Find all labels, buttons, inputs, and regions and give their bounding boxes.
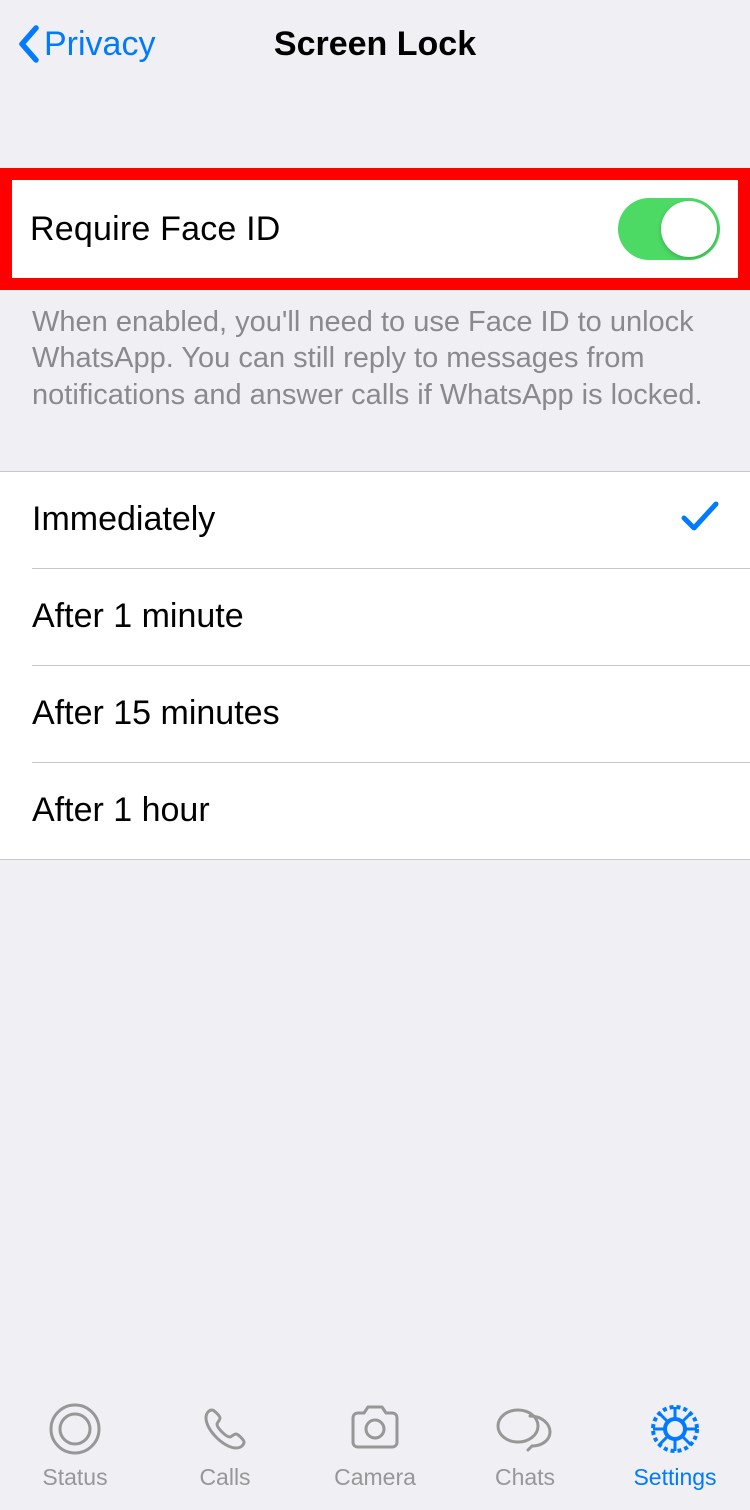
camera-icon (345, 1400, 405, 1458)
tab-label: Settings (633, 1464, 716, 1491)
timeout-option[interactable]: After 1 minute (0, 569, 750, 665)
timeout-option[interactable]: After 15 minutes (0, 666, 750, 762)
tab-settings[interactable]: Settings (600, 1400, 750, 1491)
back-button[interactable]: Privacy (16, 24, 155, 64)
timeout-option[interactable]: Immediately (0, 472, 750, 568)
highlight-box: Require Face ID (0, 168, 750, 290)
back-label: Privacy (44, 25, 155, 64)
require-faceid-label: Require Face ID (30, 210, 281, 249)
timeout-option[interactable]: After 1 hour (0, 763, 750, 859)
timeout-option-label: After 1 minute (32, 597, 244, 636)
tab-label: Status (42, 1464, 107, 1491)
tab-status[interactable]: Status (0, 1400, 150, 1491)
require-faceid-row[interactable]: Require Face ID (12, 180, 738, 278)
tab-label: Chats (495, 1464, 555, 1491)
status-icon (48, 1400, 102, 1458)
tab-label: Calls (199, 1464, 250, 1491)
timeout-option-label: Immediately (32, 500, 215, 539)
toggle-knob (661, 201, 717, 257)
chevron-left-icon (16, 24, 40, 64)
tab-label: Camera (334, 1464, 416, 1491)
tab-bar: Status Calls Camera Chats (0, 1380, 750, 1510)
timeout-option-label: After 1 hour (32, 791, 210, 830)
timeout-option-label: After 15 minutes (32, 694, 280, 733)
gear-icon (647, 1400, 703, 1458)
nav-bar: Privacy Screen Lock (0, 0, 750, 88)
tab-calls[interactable]: Calls (150, 1400, 300, 1491)
faceid-description: When enabled, you'll need to use Face ID… (0, 290, 750, 413)
faceid-section: Require Face ID When enabled, you'll nee… (0, 168, 750, 413)
faceid-toggle[interactable] (618, 198, 720, 260)
page-title: Screen Lock (274, 25, 476, 64)
tab-chats[interactable]: Chats (450, 1400, 600, 1491)
chats-icon (494, 1400, 556, 1458)
timeout-section: Immediately After 1 minute After 15 minu… (0, 471, 750, 860)
checkmark-icon (680, 500, 720, 539)
phone-icon (198, 1400, 252, 1458)
tab-camera[interactable]: Camera (300, 1400, 450, 1491)
